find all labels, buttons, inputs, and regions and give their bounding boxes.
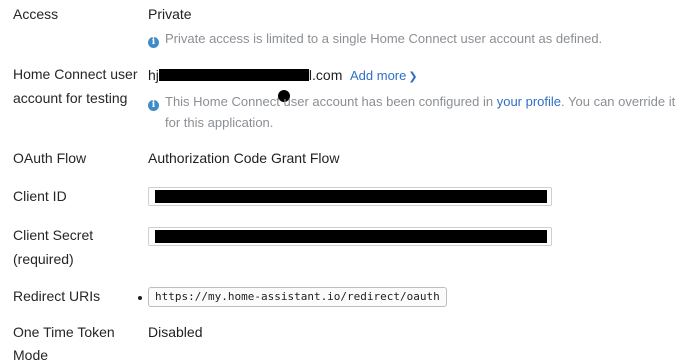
test-account-label-line2: account for testing	[13, 90, 128, 106]
one-time-token-label-line1: One Time Token	[13, 324, 115, 340]
client-secret-label-line2: (required)	[13, 251, 74, 267]
client-id-label: Client ID	[13, 188, 67, 204]
client-secret-redaction	[155, 230, 547, 243]
your-profile-link[interactable]: your profile	[497, 94, 561, 109]
access-value: Private	[148, 6, 192, 22]
client-secret-field[interactable]	[148, 227, 552, 246]
test-account-info-part2: user account has been configured in	[283, 94, 497, 109]
access-info: i Private access is limited to a single H…	[148, 27, 602, 51]
one-time-token-value: Disabled	[148, 324, 203, 340]
test-account-email: hj l.com	[148, 67, 342, 83]
client-id-field[interactable]	[148, 187, 552, 206]
test-account-info-part1: This Home Connect	[165, 94, 280, 109]
chevron-right-icon: ❯	[408, 71, 418, 83]
access-label: Access	[13, 6, 59, 22]
email-redaction	[158, 69, 309, 81]
client-id-redaction	[155, 190, 547, 203]
email-suffix: l.com	[308, 67, 343, 83]
oauth-flow-label: OAuth Flow	[13, 150, 87, 166]
access-info-text: Private access is limited to a single Ho…	[165, 31, 603, 46]
oauth-flow-value: Authorization Code Grant Flow	[148, 150, 340, 166]
add-more-link[interactable]: Add more ❯	[350, 68, 418, 83]
info-icon: i	[148, 100, 159, 111]
test-account-info-part3: . You can override it	[561, 94, 676, 109]
one-time-token-label-line2: Mode	[13, 347, 49, 363]
email-prefix: hj	[148, 67, 159, 83]
test-account-info-line2: for this application.	[165, 115, 274, 130]
redirect-uris-label: Redirect URIs	[13, 288, 101, 304]
add-more-label: Add more	[350, 68, 407, 83]
test-account-label-line1: Home Connect user	[13, 66, 138, 82]
redirect-uri-value[interactable]: https://my.home-assistant.io/redirect/oa…	[148, 287, 447, 307]
info-icon: i	[148, 37, 159, 48]
bullet	[138, 296, 142, 300]
client-secret-label-line1: Client Secret	[13, 227, 94, 243]
